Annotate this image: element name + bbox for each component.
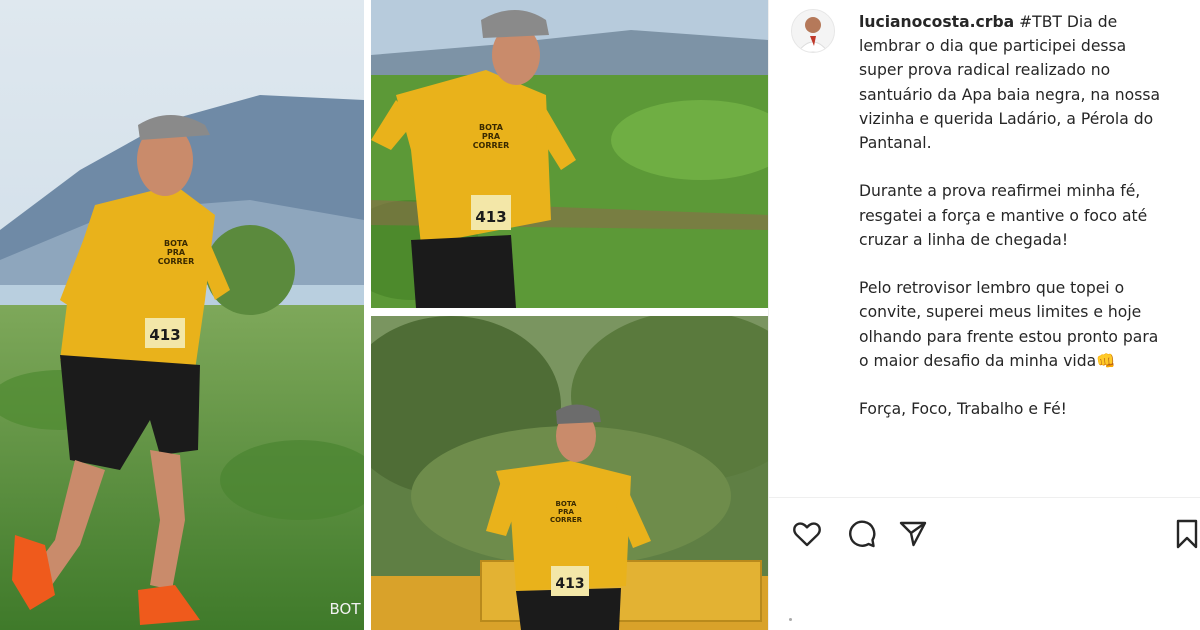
comment-icon	[849, 520, 876, 548]
heart-icon	[793, 522, 821, 547]
runner-photo-top[interactable]: 413 BOTA PRA CORRER	[371, 0, 768, 308]
shirt-print-label: PRA	[482, 132, 501, 141]
runner-photo-top-image: 413 BOTAPRACORRER	[371, 0, 768, 308]
bib-number-label: 413	[555, 576, 584, 592]
bib-number-label: 413	[475, 208, 506, 226]
post-caption: lucianocosta.crba #TBT Dia de lembrar o …	[859, 10, 1189, 421]
shirt-print-label: CORRER	[473, 141, 510, 150]
bookmark-icon	[1176, 519, 1198, 549]
runner-photo-main[interactable]: 413 BOTA PRA CORRER BOT	[0, 0, 364, 630]
shirt-print-label: BOTA	[556, 500, 578, 508]
runner-photo-main-image: 413 BOTAPRACORRER BOT	[0, 0, 364, 630]
photo-collage: 413 BOTA PRA CORRER BOT 413 BOTA PRA CORRER	[0, 0, 768, 630]
shirt-print-label: CORRER	[158, 257, 195, 266]
shirt-print-label: BOTA	[479, 123, 504, 132]
decorative-dot	[789, 618, 792, 621]
shirt-print-label: PRA	[558, 508, 575, 516]
runner-photo-bottom-image: 413 BOTAPRACORRER	[371, 316, 768, 630]
comment-button[interactable]	[845, 518, 877, 550]
avatar-image	[792, 10, 834, 52]
divider	[769, 497, 1200, 498]
username-link[interactable]: lucianocosta.crba	[859, 13, 1014, 31]
paper-plane-icon	[899, 521, 927, 547]
save-button[interactable]	[1171, 518, 1200, 550]
post-panel: lucianocosta.crba #TBT Dia de lembrar o …	[768, 0, 1200, 630]
shirt-print-label: PRA	[167, 248, 186, 257]
caption-text: #TBT Dia de lembrar o dia que participei…	[859, 13, 1161, 419]
watermark-label: BOT	[330, 600, 362, 618]
share-button[interactable]	[897, 518, 929, 550]
avatar[interactable]	[791, 9, 835, 53]
shirt-print-label: BOTA	[164, 239, 189, 248]
action-bar	[791, 518, 1198, 552]
shirt-print-label: CORRER	[550, 516, 583, 524]
like-button[interactable]	[791, 518, 823, 550]
bib-number-label: 413	[149, 326, 180, 344]
runner-photo-bottom[interactable]: 413 BOTA PRA CORRER	[371, 316, 768, 630]
